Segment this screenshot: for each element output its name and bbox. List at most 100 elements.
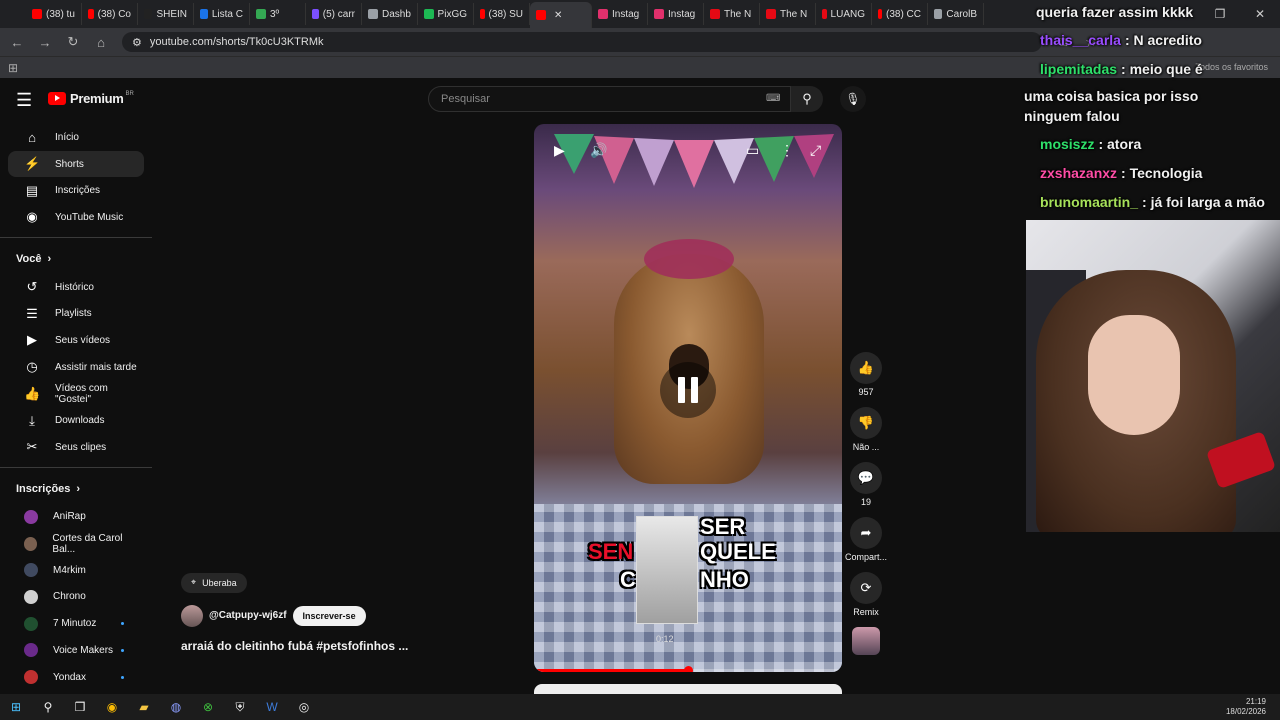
back-icon[interactable]: ← (10, 35, 24, 50)
channel-avatar[interactable] (181, 604, 203, 627)
browser-tab[interactable]: (38) tu (26, 3, 82, 25)
sidebar-item-subscriptions[interactable]: ▤ Inscrições (8, 177, 144, 204)
xbox-icon[interactable]: ⊗ (192, 694, 224, 720)
channel-handle[interactable]: @Catpupy-wj6zf (209, 610, 287, 621)
subscription-item[interactable]: Voice Makers (8, 637, 144, 664)
system-clock[interactable]: 21:19 18/02/2026 (1226, 697, 1266, 717)
browser-tab[interactable]: LUANG (816, 3, 872, 25)
browser-tab[interactable]: (38) Co (82, 3, 138, 25)
file-explorer-icon[interactable]: ▰ (128, 694, 160, 720)
tab-favicon (710, 9, 720, 19)
you-section-header[interactable]: Você › (0, 244, 152, 274)
browser-tab[interactable]: Instag (592, 3, 648, 25)
obs-icon[interactable]: ◎ (288, 694, 320, 720)
comments-action[interactable]: 💬 19 (844, 462, 888, 507)
tab-favicon (88, 9, 94, 19)
url-field[interactable]: ⚙ youtube.com/shorts/Tk0cU3KTRMk (122, 32, 1042, 52)
dislike-action[interactable]: 👎 Não ... (844, 407, 888, 452)
subscribe-button[interactable]: Inscrever-se (292, 605, 366, 626)
subscription-item[interactable]: 7 Minutoz (8, 610, 144, 637)
browser-tab[interactable]: 3º (250, 3, 306, 25)
tab-label: Instag (612, 8, 640, 20)
subscription-item[interactable]: M4rkim (8, 557, 144, 584)
browser-tab[interactable]: The N (704, 3, 760, 25)
tab-favicon (144, 9, 153, 19)
chat-text: uma coisa basica por isso (1024, 88, 1199, 104)
location-chip[interactable]: ⌖ Uberaba (181, 572, 247, 593)
like-action[interactable]: 👍 957 (844, 352, 888, 397)
audio-source-thumbnail[interactable] (852, 627, 880, 655)
comment-icon[interactable]: 💬 (850, 462, 882, 494)
home-icon[interactable]: ⌂ (94, 35, 108, 50)
chrome-icon[interactable]: ◉ (96, 694, 128, 720)
browser-tab[interactable]: The N (760, 3, 816, 25)
sidebar-item-home[interactable]: ⌂ Início (8, 124, 144, 151)
defender-icon[interactable]: ⛨ (224, 694, 256, 720)
subscription-item[interactable]: Yondax (8, 664, 144, 691)
subscription-label: Yondax (53, 671, 86, 683)
apps-grid-icon[interactable]: ⊞ (8, 61, 18, 75)
browser-tab[interactable]: Instag (648, 3, 704, 25)
subscription-item[interactable]: Chrono (8, 584, 144, 611)
shorts-video-player[interactable]: SER SEN QUELE C NHO 0:12 ▶ 🔊 ▭ ⋮ ⤢ (534, 124, 842, 672)
browser-tab[interactable]: CarolB (928, 3, 984, 25)
search-button[interactable]: ⚲ (791, 86, 823, 112)
browser-tab[interactable]: Lista C (194, 3, 250, 25)
dislike-icon[interactable]: 👎 (850, 407, 882, 439)
volume-icon[interactable]: 🔊 (590, 142, 607, 159)
share-action[interactable]: ➦ Compart... (844, 517, 888, 562)
pause-overlay-icon[interactable] (660, 362, 716, 418)
browser-tab[interactable]: PixGG (418, 3, 474, 25)
windows-taskbar: ⊞ ⚲ ❒ ◉ ▰ ◍ ⊗ ⛨ W ◎ 21:19 18/02/2026 (0, 694, 1280, 720)
forward-icon[interactable]: → (38, 35, 52, 50)
sidebar-item-your-videos[interactable]: ▶ Seus vídeos (8, 327, 144, 354)
more-options-icon[interactable]: ⋮ (780, 142, 794, 159)
browser-tab[interactable]: (5) carr (306, 3, 362, 25)
browser-tab[interactable]: ✕ (530, 2, 592, 28)
short-title[interactable]: arraiá do cleitinho fubá #petsfofinhos .… (181, 639, 408, 653)
browser-tab[interactable]: (38) SU (474, 3, 530, 25)
reload-icon[interactable]: ↻ (66, 34, 80, 50)
hamburger-menu-icon[interactable]: ☰ (16, 90, 32, 111)
sidebar-item-youtube-music[interactable]: ◉ YouTube Music (8, 204, 144, 231)
chat-username: zxshazanxz (1040, 165, 1118, 181)
you-label: Você (16, 252, 42, 265)
subscription-item[interactable]: Cortes da Carol Bal... (8, 530, 144, 557)
youtube-premium-logo[interactable]: Premium BR (48, 91, 134, 106)
progress-bar[interactable] (534, 666, 842, 672)
search-icon[interactable]: ⚲ (32, 694, 64, 720)
sidebar-item-your-clips[interactable]: ✂ Seus clipes (8, 434, 144, 461)
voice-search-button[interactable]: 🎙 (840, 86, 866, 112)
sidebar-item-watch-later[interactable]: ◷ Assistir mais tarde (8, 354, 144, 381)
remix-icon[interactable]: ⟳ (850, 572, 882, 604)
windows-start-icon[interactable]: ⊞ (0, 694, 32, 720)
browser-tab[interactable]: Dashb (362, 3, 418, 25)
remix-action[interactable]: ⟳ Remix (844, 572, 888, 617)
search-input[interactable]: Pesquisar (428, 86, 791, 112)
discord-icon[interactable]: ◍ (160, 694, 192, 720)
subscriptions-section-header[interactable]: Inscrições › (0, 474, 152, 504)
sidebar-item-downloads[interactable]: ⤓ Downloads (8, 407, 144, 434)
new-content-dot (121, 622, 124, 626)
fullscreen-icon[interactable]: ⤢ (810, 142, 821, 159)
subscription-item[interactable]: AniRap (8, 504, 144, 531)
captions-icon[interactable]: ▭ (746, 142, 759, 159)
sidebar-item-shorts[interactable]: ⚡ Shorts (8, 150, 144, 178)
browser-tab[interactable]: (38) CC (872, 3, 928, 25)
task-view-icon[interactable]: ❒ (64, 694, 96, 720)
progress-fill (534, 669, 688, 672)
like-icon[interactable]: 👍 (850, 352, 882, 384)
next-short-peek[interactable] (534, 684, 842, 694)
keyboard-icon[interactable]: ⌨ (766, 93, 780, 104)
chat-text: ninguem falou (1024, 108, 1120, 124)
word-icon[interactable]: W (256, 694, 288, 720)
sidebar-item-liked-videos[interactable]: 👍 Vídeos com "Gostei" (8, 381, 144, 408)
share-icon[interactable]: ➦ (850, 517, 882, 549)
play-icon[interactable]: ▶ (554, 142, 565, 159)
progress-scrubber[interactable] (684, 666, 693, 672)
sidebar-item-history[interactable]: ↺ Histórico (8, 274, 144, 301)
browser-tab[interactable]: SHEIN (138, 3, 194, 25)
site-info-icon[interactable]: ⚙ (132, 36, 142, 49)
close-tab-icon[interactable]: ✕ (554, 10, 562, 21)
sidebar-item-playlists[interactable]: ☰ Playlists (8, 300, 144, 327)
